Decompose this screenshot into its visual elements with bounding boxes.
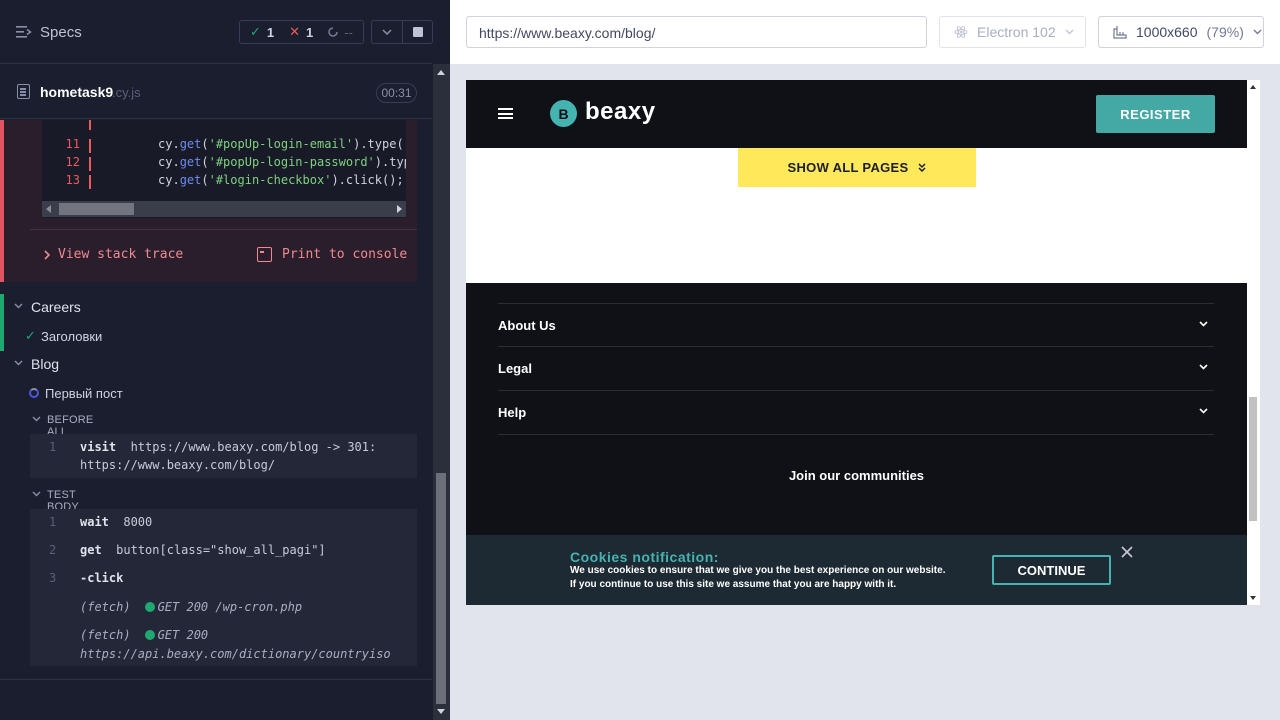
cookie-title: Cookies notification:: [570, 549, 719, 565]
close-icon[interactable]: [1120, 545, 1134, 559]
status-dot-icon: [144, 630, 155, 640]
pending-icon: [328, 27, 339, 37]
spec-name: hometask9: [40, 84, 114, 100]
check-icon: ✓: [25, 328, 36, 343]
specs-label[interactable]: Specs: [40, 24, 82, 41]
test-title: Заголовки: [41, 329, 103, 344]
chevron-down-icon: [382, 29, 392, 35]
viewport-zoom: (79%): [1206, 24, 1244, 40]
app-under-test-frame: B beaxy REGISTER SHOW ALL PAGES About Us…: [466, 80, 1247, 605]
footer-section-legal[interactable]: Legal: [498, 346, 1214, 390]
chevron-right-icon: [44, 249, 50, 260]
view-stack-trace-button[interactable]: View stack trace: [44, 247, 183, 262]
scrollbar-thumb[interactable]: [436, 473, 446, 704]
failed-count: 1: [306, 24, 314, 40]
viewport-selector[interactable]: 1000x660 (79%): [1098, 16, 1264, 48]
chevron-down-icon: [1199, 321, 1208, 327]
viewport-size: 1000x660: [1136, 24, 1198, 40]
chevron-down-icon: [1065, 29, 1074, 35]
status-dot-icon: [144, 602, 155, 612]
pending-stat: --: [318, 25, 358, 40]
passed-stat: ✓ 1: [240, 24, 279, 40]
double-chevron-down-icon: [918, 163, 927, 172]
scroll-left-icon[interactable]: [46, 205, 51, 213]
spec-extension: .cy.js: [112, 85, 141, 100]
register-button[interactable]: REGISTER: [1096, 95, 1215, 133]
footer-section-about-us[interactable]: About Us: [498, 303, 1214, 347]
browser-label: Electron 102: [977, 24, 1056, 40]
hamburger-menu-icon[interactable]: [498, 108, 513, 119]
electron-icon: [954, 26, 968, 38]
aut-vertical-scrollbar[interactable]: [1247, 80, 1260, 605]
failed-stat: ✕ 1: [279, 24, 318, 40]
scroll-up-icon[interactable]: [437, 70, 445, 75]
code-line: 11 cy.get('#popUp-login-email').type(': [65, 137, 406, 153]
scroll-down-icon[interactable]: [437, 709, 445, 714]
cypress-reporter: Specs ✓ 1 ✕ 1 -- hometask9 .cy.js 00:31: [0, 0, 450, 720]
browser-selector[interactable]: Electron 102: [939, 16, 1086, 48]
file-icon: [17, 84, 30, 99]
code-line: 12 cy.get('#popUp-login-password').typ: [65, 155, 406, 171]
test-stats: ✓ 1 ✕ 1 --: [239, 20, 364, 44]
suite-title: Blog: [31, 356, 60, 372]
print-to-console-button[interactable]: Print to console: [257, 247, 407, 262]
site-navbar: B beaxy REGISTER: [466, 80, 1247, 148]
chevron-down-icon: [14, 360, 23, 366]
reporter-header: Specs ✓ 1 ✕ 1 --: [0, 0, 433, 64]
test-perviy-post[interactable]: Первый пост: [0, 381, 432, 407]
url-bar[interactable]: https://www.beaxy.com/blog/: [466, 16, 927, 48]
stop-icon: [412, 27, 423, 37]
console-icon: [257, 247, 272, 262]
scrollbar-thumb[interactable]: [59, 203, 134, 215]
test-zagolovki[interactable]: ✓ Заголовки: [0, 324, 432, 350]
footer-section-help[interactable]: Help: [498, 390, 1214, 434]
before-all-commands: 1 visit https://www.beaxy.com/blog -> 30…: [30, 434, 417, 478]
run-options-button[interactable]: [371, 20, 403, 44]
code-horizontal-scrollbar[interactable]: [42, 201, 406, 217]
ruler-icon: [1113, 26, 1127, 39]
aut-header: https://www.beaxy.com/blog/ Electron 102…: [450, 0, 1280, 64]
test-title: Первый пост: [45, 386, 123, 401]
pending-count: --: [344, 24, 353, 40]
cross-icon: ✕: [289, 24, 301, 39]
join-communities-heading: Join our communities: [788, 468, 925, 483]
test-body-commands: 1 wait 8000 2 get button[class="show_all…: [30, 509, 417, 666]
suite-blog[interactable]: Blog: [0, 351, 432, 379]
code-line: 13 cy.get('#login-checkbox').click();: [65, 173, 404, 189]
chevron-down-icon: [1253, 29, 1262, 35]
scroll-down-icon[interactable]: [1250, 596, 1256, 600]
reporter-vertical-scrollbar[interactable]: [433, 64, 450, 720]
suite-title: Careers: [31, 299, 81, 315]
site-logo-text[interactable]: beaxy: [585, 98, 656, 126]
beaxy-logo-icon[interactable]: B: [550, 100, 577, 127]
check-icon: ✓: [250, 24, 261, 39]
chevron-down-icon: [14, 303, 23, 309]
show-all-pages-button[interactable]: SHOW ALL PAGES: [738, 148, 976, 187]
chevron-down-icon: [1199, 408, 1208, 414]
cookie-continue-button[interactable]: CONTINUE: [992, 555, 1111, 585]
chevron-down-icon: [32, 491, 41, 497]
scrollbar-thumb[interactable]: [1249, 397, 1257, 521]
cookie-text: We use cookies to ensure that we give yo…: [570, 565, 946, 590]
chevron-down-icon: [1199, 364, 1208, 370]
spec-duration: 00:31: [376, 83, 417, 103]
chevron-down-icon: [32, 416, 41, 422]
spec-file-row[interactable]: hometask9 .cy.js 00:31: [0, 65, 432, 119]
passed-count: 1: [266, 24, 275, 40]
specs-list-icon[interactable]: [16, 25, 32, 39]
scroll-right-icon[interactable]: [397, 205, 402, 213]
stop-button[interactable]: [403, 20, 433, 44]
scroll-up-icon[interactable]: [1250, 85, 1256, 89]
code-line: [42, 120, 406, 132]
cookie-notification: Cookies notification: We use cookies to …: [466, 535, 1247, 605]
running-spinner-icon: [29, 388, 39, 398]
